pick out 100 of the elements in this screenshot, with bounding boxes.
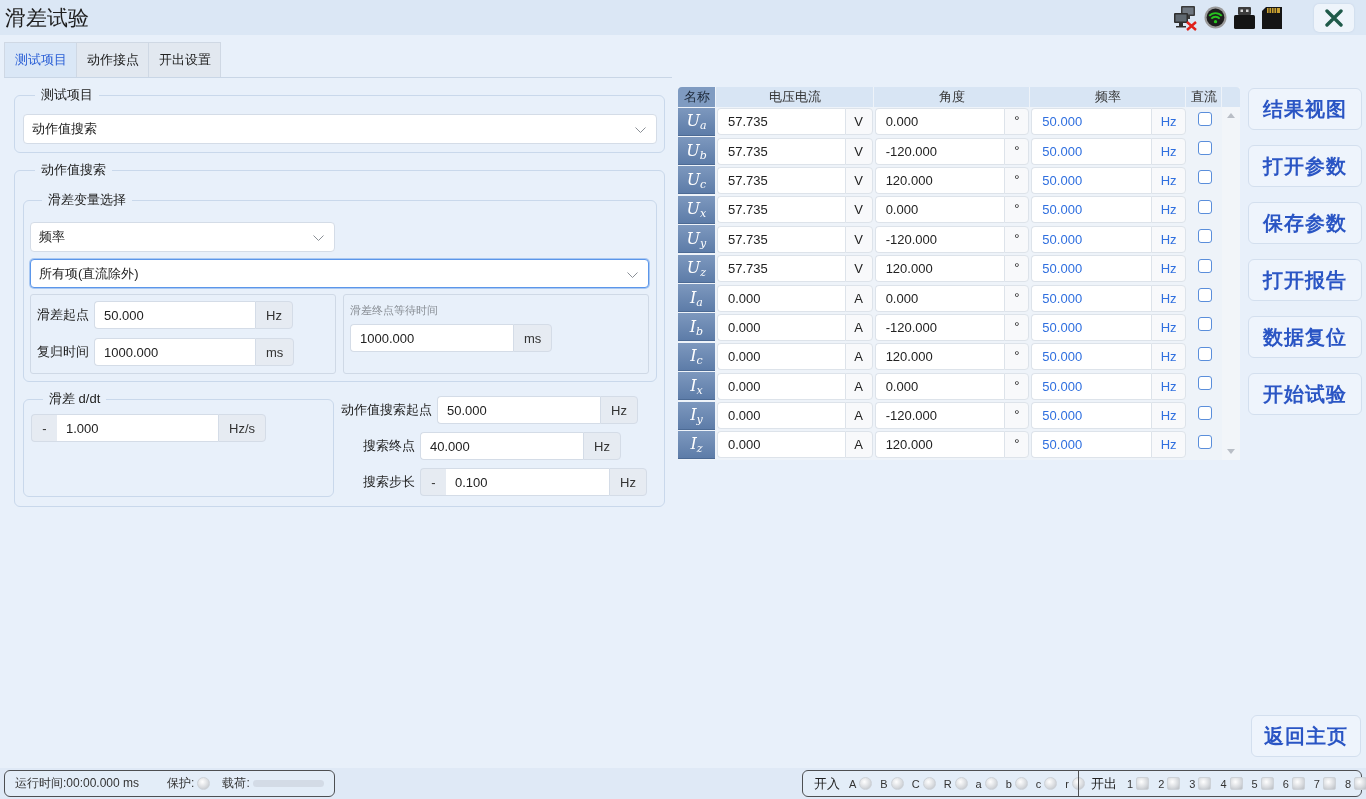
magnitude-input[interactable]: 57.735 [716, 166, 845, 194]
magnitude-input[interactable]: 0.000 [716, 284, 845, 312]
action-button[interactable]: 打开参数 [1248, 145, 1362, 187]
angle-input[interactable]: -120.000 [874, 313, 1005, 341]
frequency-input[interactable]: 50.000 [1031, 343, 1152, 371]
frequency-input[interactable]: 50.000 [1031, 402, 1152, 430]
value-input[interactable]: 0.100 [446, 468, 609, 496]
usb-drive-icon [1234, 6, 1255, 29]
home-button[interactable]: 返回主页 [1251, 715, 1361, 757]
unit-label: Hz [583, 432, 621, 460]
dc-checkbox[interactable] [1198, 141, 1212, 156]
angle-input[interactable]: -120.000 [874, 402, 1005, 430]
dc-checkbox[interactable] [1198, 229, 1212, 244]
action-button[interactable]: 结果视图 [1248, 88, 1362, 130]
value-input[interactable]: 50.000 [94, 301, 255, 329]
variable-dropdown[interactable]: 频率 [30, 222, 335, 252]
dc-checkbox[interactable] [1198, 170, 1212, 185]
channel-name: U$_{x}$ [678, 195, 715, 224]
angle-input[interactable]: 120.000 [874, 343, 1005, 371]
magnitude-input[interactable]: 57.735 [716, 108, 845, 136]
sign-button[interactable]: - [31, 414, 57, 442]
unit-label: Hz [1151, 196, 1187, 224]
test-item-dropdown[interactable]: 动作值搜索 [23, 114, 657, 144]
unit-label: Hz [1151, 402, 1187, 430]
frequency-input[interactable]: 50.000 [1031, 313, 1152, 341]
channel-name: I$_{c}$ [678, 342, 715, 371]
channel-label: 6 [1282, 777, 1289, 790]
angle-input[interactable]: 120.000 [874, 166, 1005, 194]
value-input[interactable]: 1000.000 [94, 338, 255, 366]
frequency-input[interactable]: 50.000 [1031, 255, 1152, 283]
dc-checkbox[interactable] [1198, 111, 1212, 126]
value-input[interactable]: 1.000 [57, 414, 218, 442]
group-title: 滑差 d/dt [48, 390, 102, 408]
frequency-input[interactable]: 50.000 [1031, 108, 1152, 136]
angle-input[interactable]: -120.000 [874, 225, 1005, 253]
channel-name: U$_{a}$ [678, 107, 715, 136]
dc-checkbox[interactable] [1198, 288, 1212, 303]
close-button[interactable] [1314, 3, 1354, 32]
magnitude-input[interactable]: 0.000 [716, 402, 845, 430]
dc-checkbox[interactable] [1198, 346, 1212, 361]
window-title: 滑差试验 [5, 4, 90, 31]
action-button[interactable]: 打开报告 [1248, 259, 1362, 301]
angle-input[interactable]: 0.000 [874, 108, 1005, 136]
sd-card-icon [1262, 6, 1282, 29]
channel-label: 2 [1158, 777, 1165, 790]
magnitude-input[interactable]: 0.000 [716, 313, 845, 341]
magnitude-input[interactable]: 57.735 [716, 196, 845, 224]
value-input[interactable]: 40.000 [420, 432, 583, 460]
angle-input[interactable]: 0.000 [874, 284, 1005, 312]
value-input[interactable]: 50.000 [437, 396, 600, 424]
sign-button[interactable]: - [420, 468, 446, 496]
close-icon [1325, 8, 1343, 27]
dc-checkbox[interactable] [1198, 317, 1212, 332]
channel-label: b [1005, 777, 1012, 790]
chevron-down-icon [313, 235, 324, 241]
field-label: 搜索步长 [363, 473, 415, 491]
frequency-input[interactable]: 50.000 [1031, 225, 1152, 253]
frequency-input[interactable]: 50.000 [1031, 166, 1152, 194]
chevron-down-icon [635, 127, 646, 133]
dc-checkbox[interactable] [1198, 376, 1212, 391]
magnitude-input[interactable]: 0.000 [716, 431, 845, 459]
unit-label: ms [255, 338, 295, 366]
unit-label: Hz [1151, 313, 1187, 341]
magnitude-input[interactable]: 0.000 [716, 343, 845, 371]
magnitude-input[interactable]: 0.000 [716, 372, 845, 400]
unit-label: A [844, 343, 873, 371]
magnitude-input[interactable]: 57.735 [716, 225, 845, 253]
unit-label: ° [1004, 108, 1030, 136]
protection-label: 保护: [167, 775, 195, 792]
unit-label: V [844, 108, 873, 136]
action-button[interactable]: 保存参数 [1248, 202, 1362, 244]
dc-checkbox[interactable] [1198, 199, 1212, 214]
magnitude-input[interactable]: 57.735 [716, 255, 845, 283]
value-input[interactable]: 1000.000 [350, 324, 513, 352]
channel-name: I$_{x}$ [678, 372, 715, 401]
unit-label: Hz [1151, 166, 1187, 194]
angle-input[interactable]: 0.000 [874, 196, 1005, 224]
frequency-input[interactable]: 50.000 [1031, 431, 1152, 459]
dc-checkbox[interactable] [1198, 258, 1212, 273]
frequency-input[interactable]: 50.000 [1031, 196, 1152, 224]
channel-label: 5 [1251, 777, 1258, 790]
scrollbar[interactable] [1222, 107, 1240, 460]
angle-input[interactable]: 120.000 [874, 255, 1005, 283]
scope-dropdown[interactable]: 所有项(直流除外) [30, 259, 649, 288]
frequency-input[interactable]: 50.000 [1031, 137, 1152, 165]
magnitude-input[interactable]: 57.735 [716, 137, 845, 165]
frequency-input[interactable]: 50.000 [1031, 284, 1152, 312]
tab[interactable]: 动作接点 [76, 42, 149, 77]
angle-input[interactable]: -120.000 [874, 137, 1005, 165]
tab[interactable]: 测试项目 [4, 42, 77, 77]
action-button[interactable]: 数据复位 [1248, 316, 1362, 358]
wifi-icon [1204, 6, 1227, 29]
dc-checkbox[interactable] [1198, 405, 1212, 420]
action-button[interactable]: 开始试验 [1248, 373, 1362, 415]
column-header: 角度 [874, 87, 1030, 107]
frequency-input[interactable]: 50.000 [1031, 372, 1152, 400]
angle-input[interactable]: 0.000 [874, 372, 1005, 400]
angle-input[interactable]: 120.000 [874, 431, 1005, 459]
dc-checkbox[interactable] [1198, 435, 1212, 449]
tab[interactable]: 开出设置 [148, 42, 221, 77]
